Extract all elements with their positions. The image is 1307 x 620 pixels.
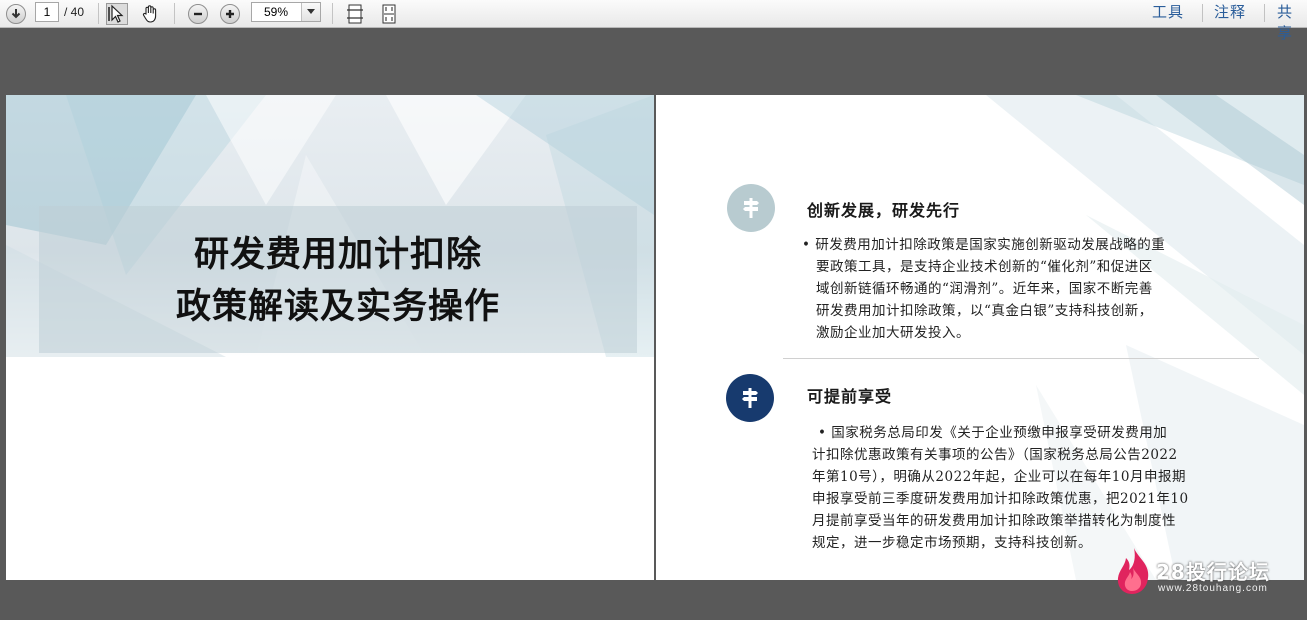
flame-logo	[1117, 548, 1149, 594]
body-line: 月提前享受当年的研发费用加计扣除政策举措转化为制度性	[812, 513, 1176, 529]
tools-menu[interactable]: 工具	[1152, 1, 1184, 22]
hand-icon	[142, 4, 157, 23]
zoom-dropdown-button[interactable]	[301, 3, 320, 21]
hand-tool-button[interactable]	[137, 0, 163, 27]
download-button[interactable]	[3, 0, 29, 27]
body-line: 年第10号），明确从2022年起，企业可以在每年10月申报期	[812, 469, 1186, 485]
document-page-2[interactable]: 创新发展，研发先行 • 研发费用加计扣除政策是国家实施创新驱动发展战略的重 要政…	[656, 95, 1304, 580]
body-line: 域创新链循环畅通的“润滑剂”。近年来，国家不断完善	[816, 281, 1153, 297]
page-total: / 40	[64, 5, 85, 19]
watermark-brand: 28投行论坛	[1156, 560, 1270, 584]
zoom-select[interactable]	[251, 2, 321, 22]
toolbar-separator	[332, 3, 333, 24]
signpost-icon	[726, 374, 774, 422]
section-title-2: 可提前享受	[807, 387, 893, 406]
body-line: • 国家税务总局印发《关于企业预缴申报享受研发费用加	[818, 425, 1168, 441]
zoom-in-icon	[220, 3, 240, 24]
body-line: 申报享受前三季度研发费用加计扣除政策优惠，把2021年10	[812, 491, 1189, 507]
watermark-url: www.28touhang.com	[1158, 583, 1268, 594]
section-body-1: • 研发费用加计扣除政策是国家实施创新驱动发展战略的重 要政策工具，是支持企业技…	[802, 234, 1165, 344]
share-menu[interactable]: 共享	[1277, 1, 1307, 43]
toolbar-separator	[174, 3, 175, 24]
zoom-input[interactable]	[252, 3, 302, 21]
section-body-2: • 国家税务总局印发《关于企业预缴申报享受研发费用加 计扣除优惠政策有关事项的公…	[812, 422, 1189, 554]
select-cursor-icon	[106, 2, 128, 25]
watermark: 28投行论坛 www.28touhang.com	[1114, 546, 1284, 596]
zoom-in-button[interactable]	[217, 0, 243, 27]
body-line: 要政策工具，是支持企业技术创新的“催化剂”和促进区	[816, 259, 1153, 275]
body-line: 计扣除优惠政策有关事项的公告》（国家税务总局公告2022	[812, 447, 1178, 463]
title-line-1: 研发费用加计扣除	[193, 234, 482, 275]
body-line: • 研发费用加计扣除政策是国家实施创新驱动发展战略的重	[802, 237, 1166, 253]
fit-page-icon	[347, 4, 363, 23]
download-icon	[6, 3, 26, 24]
section-title-1: 创新发展，研发先行	[807, 201, 961, 220]
fit-page-button[interactable]	[343, 0, 367, 27]
body-line: 研发费用加计扣除政策，以“真金白银”支持科技创新，	[816, 303, 1153, 319]
menu-separator	[1264, 4, 1265, 22]
fit-width-button[interactable]	[377, 0, 401, 27]
slide-title: 研发费用加计扣除 政策解读及实务操作	[39, 229, 637, 333]
document-page-1[interactable]: 研发费用加计扣除 政策解读及实务操作	[6, 95, 654, 580]
toolbar: / 40	[0, 0, 1307, 42]
fit-width-icon	[382, 4, 396, 23]
select-tool-button[interactable]	[104, 0, 130, 27]
section-divider	[783, 358, 1259, 359]
toolbar-separator	[98, 3, 99, 24]
zoom-out-icon	[188, 3, 208, 24]
comment-menu[interactable]: 注释	[1214, 1, 1246, 22]
menu-separator	[1202, 4, 1203, 22]
signpost-icon	[727, 184, 775, 232]
page-number-input[interactable]	[35, 2, 59, 22]
body-line: 激励企业加大研发投入。	[816, 325, 970, 341]
zoom-out-button[interactable]	[185, 0, 211, 27]
chevron-down-icon	[307, 9, 315, 14]
title-line-2: 政策解读及实务操作	[175, 286, 500, 327]
